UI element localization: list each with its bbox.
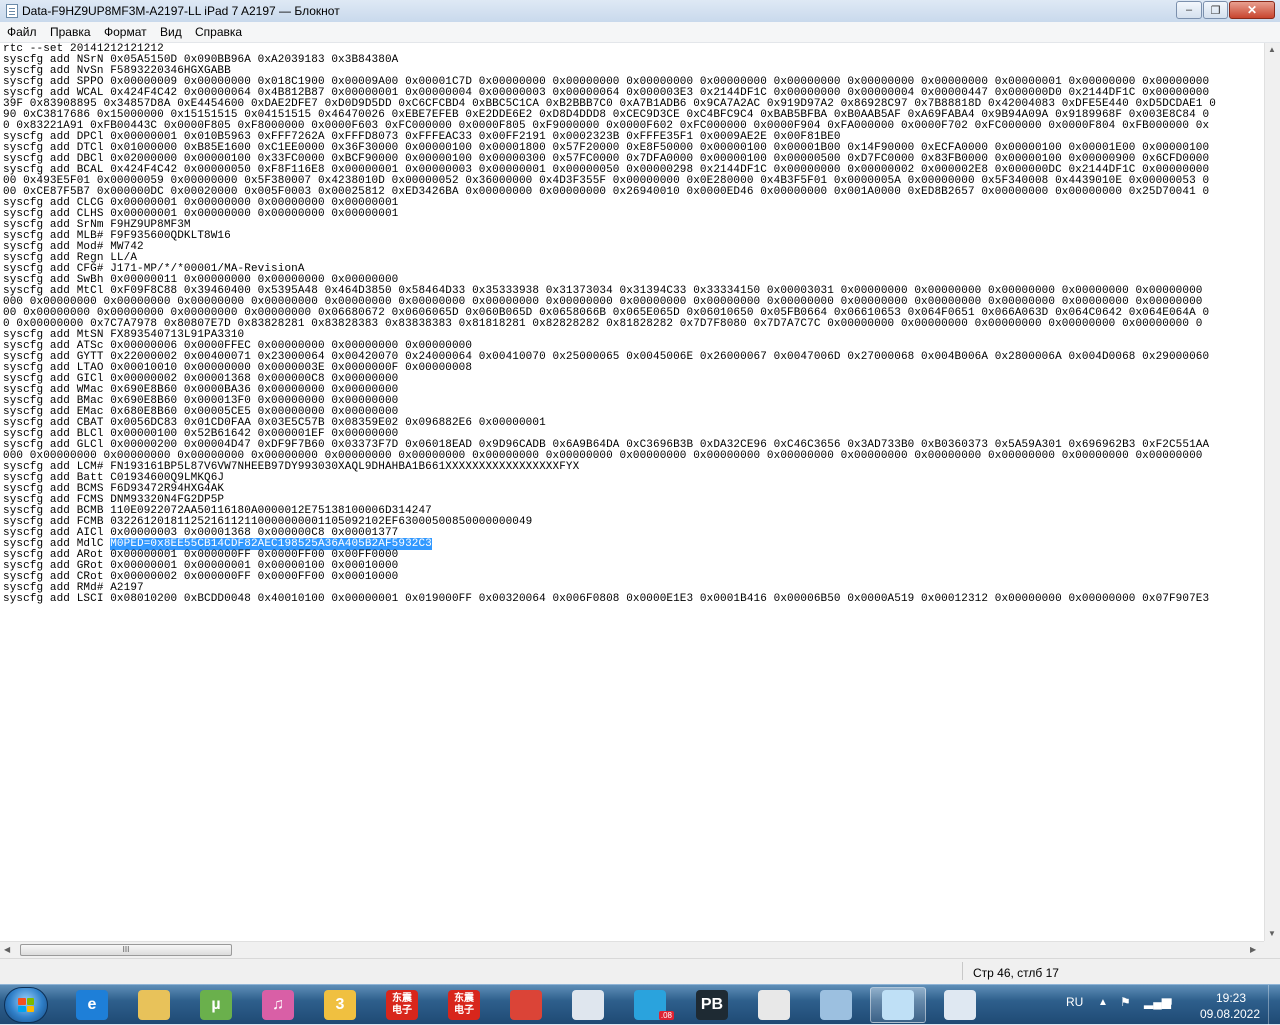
network-signal-icon[interactable]: ▂▄▆ [1144,995,1171,1009]
notepad-window: Data-F9HZ9UP8MF3M-A2197-LL iPad 7 A2197 … [0,0,1280,984]
clock-time[interactable]: 19:23 [1203,991,1259,1005]
menu-edit[interactable]: Правка [50,25,91,39]
windows-logo-icon [18,998,34,1012]
menu-file[interactable]: Файл [7,25,37,39]
volume-icon[interactable]: 🔈︎ [1168,994,1175,1009]
utorrent-icon: µ [200,990,232,1020]
taskbar-dongfang-app-2[interactable]: 东震 电子 [436,987,492,1023]
start-button[interactable] [4,987,48,1023]
scroll-down-arrow-icon[interactable]: ▼ [1268,929,1276,938]
taskbar-itunes[interactable]: ♫ [250,987,306,1023]
notepad-icon [882,990,914,1020]
taskbar-notepad[interactable] [870,987,926,1023]
menu-format[interactable]: Формат [104,25,147,39]
internet-explorer-icon: e [76,990,108,1020]
vertical-scrollbar[interactable]: ▲ ▼ [1264,43,1280,941]
horizontal-scroll-thumb[interactable]: III [20,944,232,956]
taskbar-pb-app[interactable]: PB [684,987,740,1023]
dongfang-app-1-icon: 东震 电子 [386,990,418,1020]
menu-help[interactable]: Справка [195,25,242,39]
taskbar-telegram[interactable]: .08 [622,987,678,1023]
telegram-badge: .08 [658,1011,674,1020]
scroll-left-arrow-icon[interactable]: ◀ [4,945,10,954]
scrollbar-corner [1264,941,1280,958]
paint-icon [820,990,852,1020]
language-indicator[interactable]: RU [1066,995,1083,1009]
text-editor[interactable]: rtc --set 20141212121212 syscfg add NSrN… [0,43,1264,941]
taskbar-chrome[interactable] [498,987,554,1023]
file-explorer-icon [138,990,170,1020]
window-title: Data-F9HZ9UP8MF3M-A2197-LL iPad 7 A2197 … [22,4,340,18]
show-hidden-icons-icon[interactable]: ▲ [1098,997,1108,1008]
pb-app-icon: PB [696,990,728,1020]
text-line: syscfg add LSCI 0x08010200 0xBCDD0048 0x… [3,593,1210,605]
show-desktop-button[interactable] [1268,985,1280,1025]
clock-date[interactable]: 09.08.2022 [1193,1007,1267,1021]
scroll-right-arrow-icon[interactable]: ▶ [1250,945,1256,954]
editor-content: rtc --set 20141212121212 syscfg add NSrN… [3,44,1216,605]
taskbar-app-3[interactable]: 3 [312,987,368,1023]
taskbar-file-explorer[interactable] [126,987,182,1023]
notepad-icon [6,4,18,18]
status-divider [962,962,963,980]
cursor-position: Стр 46, стлб 17 [973,966,1059,980]
app-3-icon: 3 [324,990,356,1020]
itunes-icon: ♫ [262,990,294,1020]
taskbar-internet-explorer[interactable]: e [64,987,120,1023]
horizontal-scrollbar[interactable]: ◀ III ▶ [0,941,1264,958]
taskbar-dongfang-app-1[interactable]: 东震 电子 [374,987,430,1023]
minimize-button[interactable]: – [1176,1,1202,19]
taskbar-calculator[interactable] [560,987,616,1023]
action-center-flag-icon[interactable]: ⚑ [1120,995,1131,1009]
close-button[interactable]: ✕ [1229,1,1275,19]
scroll-up-arrow-icon[interactable]: ▲ [1268,45,1276,54]
taskbar: e µ ♫ 3 东震 电子 东震 电子 .08 PB RU ▲ ⚑ ▂▄▆ 🔈︎ 19:23 … [0,984,1280,1025]
dongfang-app-2-icon: 东震 电子 [448,990,480,1020]
calculator-icon [572,990,604,1020]
menu-view[interactable]: Вид [160,25,182,39]
taskbar-compass-app[interactable] [932,987,988,1023]
status-bar: Стр 46, стлб 17 [0,958,1280,984]
taskbar-utorrent[interactable]: µ [188,987,244,1023]
chrome-icon [510,990,542,1020]
compass-app-icon [944,990,976,1020]
acrobat-reader-icon [758,990,790,1020]
taskbar-paint[interactable] [808,987,864,1023]
menu-bar: Файл Правка Формат Вид Справка [0,22,1280,43]
taskbar-acrobat-reader[interactable] [746,987,802,1023]
maximize-button[interactable]: ❐ [1203,1,1228,19]
title-bar[interactable]: Data-F9HZ9UP8MF3M-A2197-LL iPad 7 A2197 … [0,0,1280,23]
